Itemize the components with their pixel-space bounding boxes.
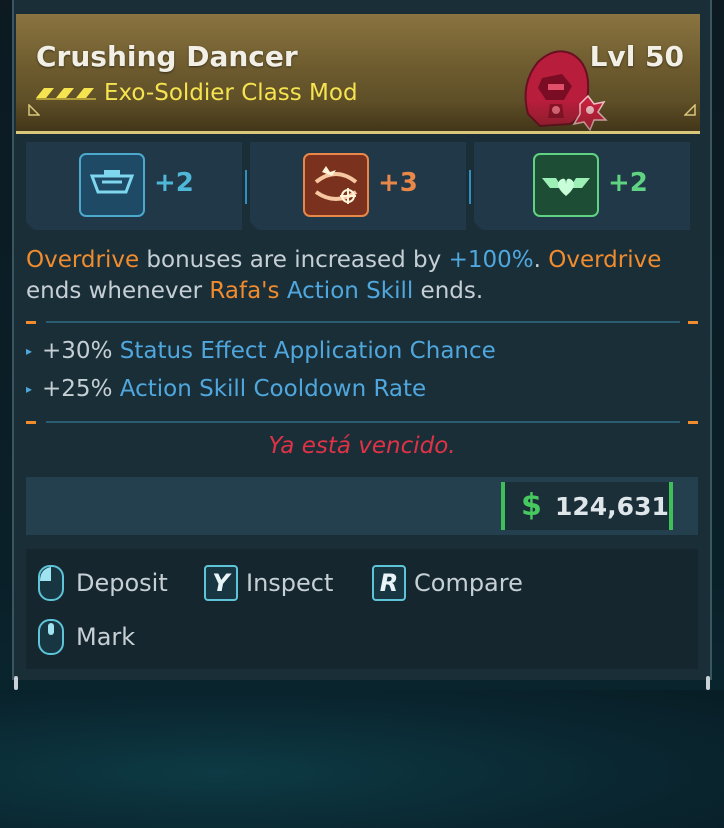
divider-accent-right xyxy=(688,321,698,324)
deposit-label: Deposit xyxy=(76,569,168,597)
divider-line xyxy=(46,421,680,423)
inspect-label: Inspect xyxy=(246,569,334,597)
skill-bonus-3-value: +2 xyxy=(608,168,648,198)
desc-value: +100% xyxy=(448,247,534,273)
action-prompts: Deposit Y Inspect R Compare Mark xyxy=(26,549,698,669)
price-bar: $ 124,631 xyxy=(26,477,698,535)
skill-bonus-1[interactable]: +2 xyxy=(26,142,242,230)
expired-notice: Ya está vencido. xyxy=(268,433,456,459)
armor-tank-skill-icon xyxy=(78,152,146,218)
inspect-action[interactable]: Y Inspect xyxy=(204,565,333,601)
desc-text: ends. xyxy=(413,278,484,304)
perk-label: Status Effect Application Chance xyxy=(119,338,496,364)
stat-divider xyxy=(469,170,471,204)
desc-text xyxy=(280,278,287,304)
stat-divider xyxy=(245,170,247,204)
divider-line xyxy=(46,321,680,323)
perk-label: Action Skill Cooldown Rate xyxy=(119,376,427,402)
frame-cap-right xyxy=(706,676,710,690)
item-name: Crushing Dancer xyxy=(36,40,298,73)
compare-label: Compare xyxy=(414,569,523,597)
header-corner-left-icon xyxy=(28,104,40,116)
mouse-middle-icon xyxy=(38,619,64,655)
skill-bonus-1-value: +2 xyxy=(154,168,194,198)
item-header: Crushing Dancer Lvl 50 Exo-Soldier Class… xyxy=(16,14,700,134)
perk-line-1: ▸ +30% Status Effect Application Chance xyxy=(26,338,496,364)
key-r-badge: R xyxy=(372,565,406,601)
currency-icon: $ xyxy=(521,488,542,523)
desc-text: bonuses are increased by xyxy=(139,247,449,273)
perk-line-2: ▸ +25% Action Skill Cooldown Rate xyxy=(26,376,426,402)
perk-amount: +30% xyxy=(42,338,113,364)
skill-bonus-row: +2 +3 +2 xyxy=(26,142,698,230)
mark-action[interactable]: Mark xyxy=(38,619,135,655)
desc-text: ends whenever xyxy=(26,278,210,304)
exo-soldier-helmet-icon xyxy=(524,50,608,131)
item-type: Exo-Soldier Class Mod xyxy=(104,80,358,106)
desc-text: . xyxy=(533,247,549,273)
rarity-chevrons-icon xyxy=(36,88,96,100)
desc-keyword-overdrive: Overdrive xyxy=(26,247,140,273)
background-scene xyxy=(0,690,724,828)
desc-keyword-overdrive: Overdrive xyxy=(548,247,662,273)
skill-bonus-2-value: +3 xyxy=(378,168,418,198)
bullet-icon: ▸ xyxy=(26,344,33,358)
desc-keyword-rafa: Rafa's xyxy=(209,278,280,304)
perk-amount: +25% xyxy=(42,376,113,402)
mark-label: Mark xyxy=(76,623,136,651)
key-y-badge: Y xyxy=(204,565,238,601)
mouse-left-icon xyxy=(38,565,64,601)
compare-action[interactable]: R Compare xyxy=(372,565,523,601)
deposit-action[interactable]: Deposit xyxy=(38,565,168,601)
desc-keyword-action-skill: Action Skill xyxy=(286,278,414,304)
frame-cap-left xyxy=(14,676,18,690)
price-box: $ 124,631 xyxy=(501,482,673,530)
divider-accent-left xyxy=(26,421,36,424)
divider-accent-left xyxy=(26,321,36,324)
explosive-target-skill-icon xyxy=(302,152,370,218)
bullet-icon: ▸ xyxy=(26,382,33,396)
divider-accent-right xyxy=(688,421,698,424)
header-corner-right-icon xyxy=(684,104,696,116)
item-description: Overdrive bonuses are increased by +100%… xyxy=(26,245,686,307)
heart-heal-skill-icon xyxy=(532,152,600,218)
skill-bonus-3[interactable]: +2 xyxy=(474,142,690,230)
price-value: 124,631 xyxy=(555,492,669,521)
skill-bonus-2[interactable]: +3 xyxy=(250,142,466,230)
